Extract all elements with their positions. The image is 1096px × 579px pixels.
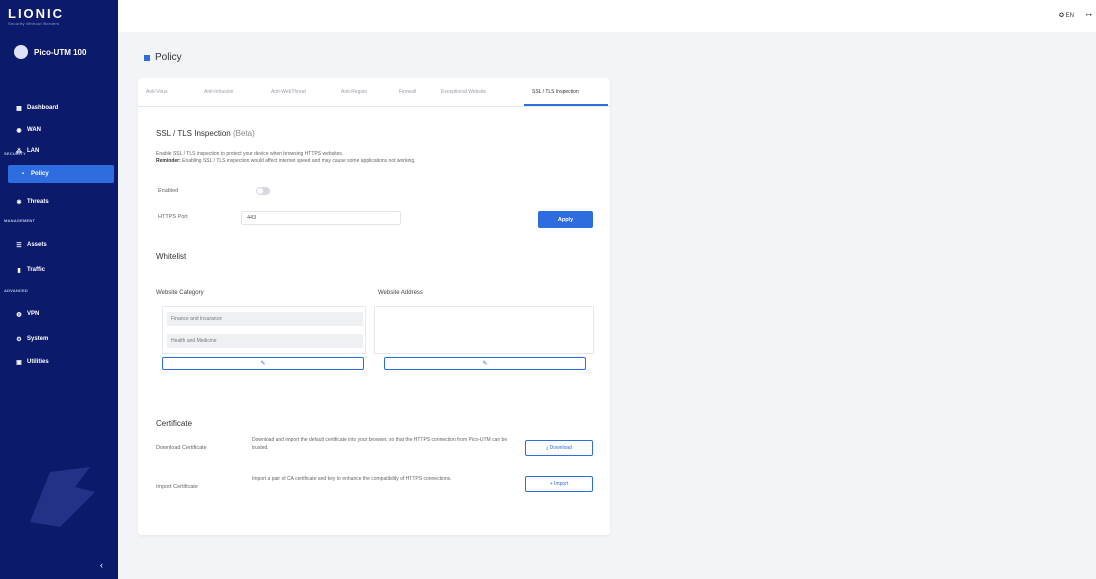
sidebar-item-label: Utilities [27,359,49,365]
section-label-security: SECURITY [4,151,26,156]
brand-tagline: Security Without Borders [8,21,60,26]
edit-category-button[interactable]: ✎ [162,357,364,370]
device-name: Pico-UTM 100 [34,47,87,57]
sidebar-item-label: VPN [27,311,40,317]
sidebar-item-label: Policy [31,171,49,177]
download-button[interactable]: ⤓ Download [525,440,593,456]
threat-icon: ✱ [16,199,22,206]
policy-card: Anti-Virus Anti-Intrusion Anti-WebThreat… [138,78,610,535]
policy-icon: ▪ [21,171,25,177]
pencil-icon: ✎ [482,361,488,367]
sidebar-item-label: Assets [27,242,47,248]
section-label-management: MANAGEMENT [4,218,36,223]
language-label: EN [1065,13,1074,19]
ssl-heading-text: SSL / TLS Inspection [156,129,231,138]
reminder-label: Reminder: [156,158,181,164]
sidebar-item-system[interactable]: ⚙ System [0,331,118,347]
whitelist-heading: Whitelist [156,252,187,261]
tab-anti-intrusion[interactable]: Anti-Intrusion [204,89,233,95]
section-label-advanced: ADVANCED [4,288,28,293]
ssl-heading: SSL / TLS Inspection (Beta) [156,129,255,138]
sidebar-item-vpn[interactable]: ◍ VPN [0,306,118,322]
download-certificate-desc: Download and import the default certific… [252,437,508,451]
enabled-label: Enabled [158,188,179,194]
logout-icon[interactable]: ↦ [1086,11,1092,19]
sidebar-item-policy[interactable]: ▪ Policy [8,165,114,183]
assets-icon: ☰ [16,242,22,249]
import-certificate-desc: Import a pair of CA certificate and key … [252,476,452,482]
reminder-text: Enabling SSL / TLS inspection would affe… [180,158,416,164]
edit-address-button[interactable]: ✎ [384,357,586,370]
sidebar-item-label: WAN [27,127,41,133]
pencil-icon: ✎ [260,361,266,367]
ssl-reminder: Reminder: Enabling SSL / TLS inspection … [156,158,416,164]
sidebar: LIONIC Security Without Borders Pico-UTM… [0,0,118,579]
tab-anti-region[interactable]: Anti-Region [341,89,367,95]
apply-button[interactable]: Apply [538,211,593,228]
language-selector[interactable]: ✪ EN [1059,12,1074,19]
title-marker-icon [144,54,150,61]
brand-name: LIONIC [8,6,65,21]
beta-label: (Beta) [232,129,255,138]
sidebar-item-assets[interactable]: ☰ Assets [0,237,118,253]
policy-tabs: Anti-Virus Anti-Intrusion Anti-WebThreat… [138,78,610,107]
website-address-list[interactable] [374,306,594,354]
tab-anti-webthreat[interactable]: Anti-WebThreat [271,89,306,95]
brand-logo[interactable]: LIONIC Security Without Borders [0,0,118,32]
gear-icon: ⚙ [16,336,22,343]
lion-watermark-icon [30,467,95,527]
certificate-heading: Certificate [156,419,193,428]
vpn-icon: ◍ [16,311,22,318]
collapse-sidebar-button[interactable]: ‹ [100,560,103,570]
sidebar-item-utilities[interactable]: ▣ Utilities [0,354,118,370]
sidebar-item-threats[interactable]: ✱ Threats [0,194,118,210]
globe-icon: ◉ [16,127,22,134]
globe-icon: ✪ [1058,13,1064,19]
list-item[interactable]: Finance and Insurance [167,312,363,326]
tab-ssl-tls-inspection[interactable]: SSL / TLS Inspection [532,89,579,95]
bar-chart-icon: ▮ [17,267,21,274]
tab-firewall[interactable]: Firewall [399,89,416,95]
download-certificate-label: Download Certificate [156,445,207,451]
top-bar: ✪ EN ↦ [118,0,1096,32]
sidebar-item-wan[interactable]: ◉ WAN [0,122,118,138]
tab-exceptional-website[interactable]: Exceptional Website [441,89,486,95]
device-avatar-icon [14,45,28,59]
https-port-label: HTTPS Port [158,214,188,220]
enabled-toggle[interactable] [256,187,270,195]
sidebar-item-traffic[interactable]: ▮ Traffic [0,262,118,278]
website-category-list[interactable]: Finance and Insurance Health and Medicin… [162,306,366,354]
sidebar-item-label: System [27,336,49,342]
page-title-text: Policy [155,52,182,63]
import-button[interactable]: + Import [525,476,593,492]
https-port-input[interactable]: 443 [241,211,401,225]
import-certificate-label: Import Certificate [156,484,198,490]
website-address-label: Website Address [378,290,423,296]
sidebar-item-label: LAN [27,148,40,154]
sidebar-item-label: Threats [27,199,49,205]
ssl-description: Enable SSL / TLS inspection to protect y… [156,151,344,157]
utilities-icon: ▣ [16,359,22,366]
sidebar-item-label: Traffic [27,267,46,273]
website-category-label: Website Category [156,290,204,296]
page-title: Policy [144,52,182,63]
tab-anti-virus[interactable]: Anti-Virus [146,89,168,95]
active-tab-indicator [524,104,608,106]
list-item[interactable]: Health and Medicine [167,334,363,348]
device-header: Pico-UTM 100 [0,32,118,72]
